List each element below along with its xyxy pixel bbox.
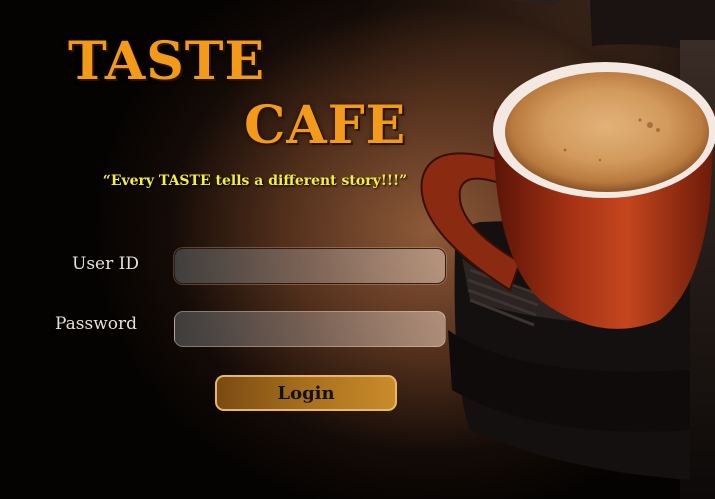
login-button[interactable]: Login	[215, 375, 397, 411]
password-label: Password	[55, 314, 138, 334]
password-input[interactable]	[174, 311, 446, 347]
brand-tagline: “Every TASTE tells a different story!!!”	[102, 173, 408, 189]
brand-title-line1: TASTE	[68, 31, 266, 92]
user-id-label: User ID	[72, 254, 139, 274]
brand-title-line2: CAFE	[244, 95, 407, 156]
login-screen: TASTE CAFE “Every TASTE tells a differen…	[0, 0, 715, 499]
user-id-input[interactable]	[174, 248, 446, 284]
